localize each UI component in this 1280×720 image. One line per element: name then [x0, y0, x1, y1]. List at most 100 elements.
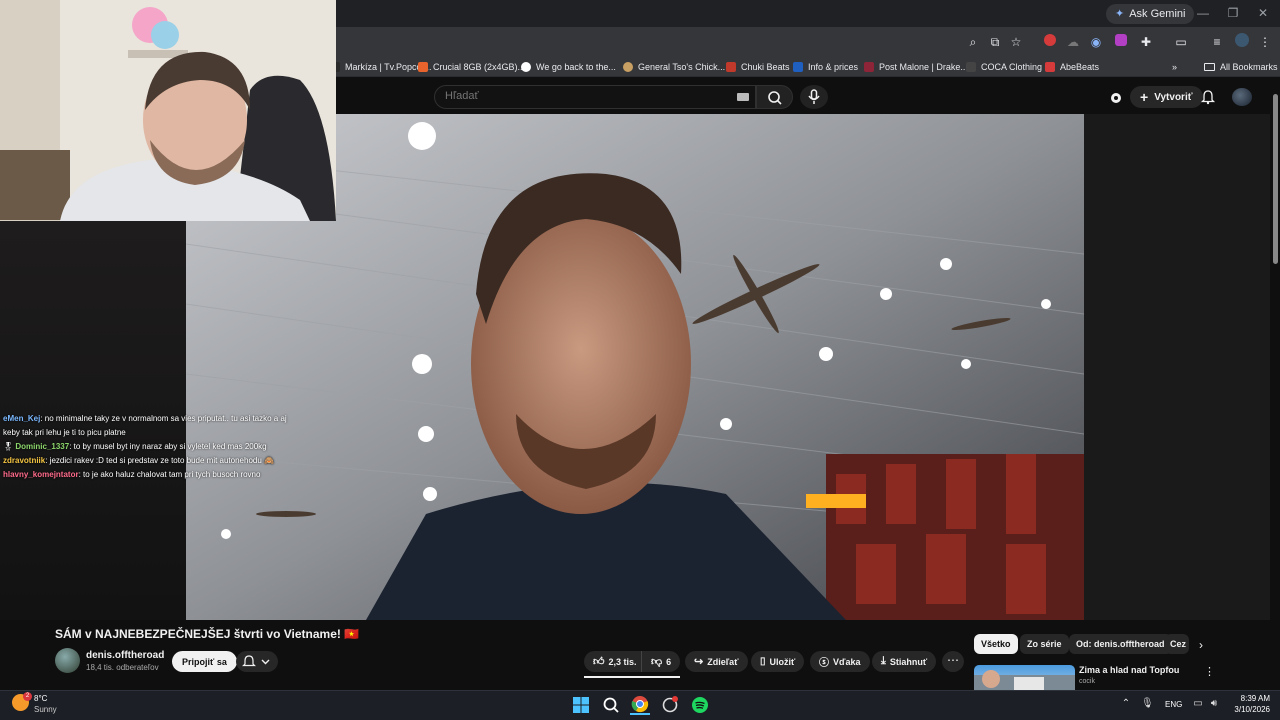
scrollbar-thumb[interactable]: [1273, 94, 1278, 264]
install-app-icon[interactable]: ⧉: [986, 33, 1004, 51]
microphone-icon: [808, 89, 820, 104]
chat-username: eMen_Kej: [3, 414, 41, 423]
medal-icon: 🎖: [3, 442, 14, 451]
volume-icon[interactable]: 🔊︎: [1208, 698, 1220, 710]
bookmark-icon: ▯: [760, 656, 766, 667]
chevron-right-icon[interactable]: ›: [1194, 638, 1208, 652]
notifications-bell-icon[interactable]: [1200, 89, 1216, 105]
channel-avatar[interactable]: [55, 648, 80, 673]
gear-icon[interactable]: [1108, 90, 1124, 106]
zoom-icon[interactable]: ⌕: [964, 33, 982, 51]
subscriber-count: 18,4 tis. odberateľov: [86, 663, 159, 672]
cast-icon[interactable]: ▭: [1172, 33, 1190, 51]
clock-time[interactable]: 8:39 AM: [1228, 694, 1270, 703]
voice-search-button[interactable]: [800, 85, 828, 109]
share-arrow-icon: ↪: [694, 656, 704, 668]
bookmark-star-icon[interactable]: ☆: [1007, 33, 1025, 51]
chat-username: zdravotniik: [3, 456, 46, 465]
search-input[interactable]: [445, 90, 725, 102]
thumbs-down-icon: 👎︎: [651, 656, 663, 668]
share-button[interactable]: ↪ Zdieľať: [685, 651, 748, 672]
extension-red-icon[interactable]: [1041, 33, 1059, 51]
search-icon: [768, 91, 782, 105]
bookmark-item[interactable]: Crucial 8GB (2x4GB)...: [418, 58, 525, 75]
like-indicator: [584, 676, 680, 678]
chat-message: hlavny_komejntator: to je ako haluz chal…: [3, 468, 303, 482]
like-button[interactable]: 👍︎ 2,3 tis.: [584, 651, 646, 672]
ask-gemini-button[interactable]: ✦ Ask Gemini: [1106, 4, 1195, 24]
subscription-bell-button[interactable]: [236, 651, 278, 672]
bookmark-item[interactable]: Markíza | Tv.Popcor...: [330, 58, 432, 75]
thanks-button[interactable]: ⓢ Vďaka: [810, 651, 870, 672]
tray-overflow-chevron-icon[interactable]: ⌃: [1120, 698, 1132, 710]
network-icon[interactable]: ▭: [1192, 698, 1204, 710]
chip-all[interactable]: Všetko: [974, 634, 1018, 654]
input-language[interactable]: ENG: [1165, 700, 1182, 709]
bookmark-item[interactable]: We go back to the...: [521, 58, 616, 75]
recommended-menu-icon[interactable]: ⋮: [1204, 665, 1215, 678]
recommended-thumbnail[interactable]: [974, 665, 1075, 690]
maximize-icon[interactable]: ❐: [1218, 4, 1248, 22]
stream-chat: eMen_Kej: no minimalne taky ze v normaln…: [3, 412, 303, 482]
chat-text: : to by musel byt iny naraz aby si vylet…: [69, 442, 267, 451]
spotify-icon[interactable]: [690, 695, 710, 715]
all-bookmarks-button[interactable]: All Bookmarks: [1204, 58, 1278, 75]
save-button[interactable]: ▯ Uložiť: [751, 651, 805, 672]
clock-date[interactable]: 3/10/2026: [1228, 705, 1270, 714]
profile-icon[interactable]: [1233, 33, 1251, 51]
streamer-webcam: [0, 0, 336, 221]
search-box[interactable]: [434, 85, 756, 109]
download-icon: ⤓: [881, 655, 886, 667]
chip-from-channel[interactable]: Od: denis.offtheroad: [1069, 634, 1172, 654]
bookmark-favicon-icon: [793, 61, 803, 72]
bookmark-item[interactable]: Chuki Beats: [726, 58, 790, 75]
bookmark-favicon-icon: [623, 61, 633, 72]
bookmark-item[interactable]: COCA Clothing: [966, 58, 1042, 75]
channel-name[interactable]: denis.offtheroad: [86, 650, 164, 661]
close-icon[interactable]: ✕: [1248, 4, 1278, 22]
bookmarks-overflow-icon[interactable]: »: [1172, 58, 1177, 75]
taskbar-search-icon[interactable]: [601, 695, 621, 715]
chrome-taskbar-icon[interactable]: [630, 695, 650, 715]
chat-message: eMen_Kej: no minimalne taky ze v normaln…: [3, 412, 303, 440]
chevron-down-icon: [261, 659, 270, 665]
weather-description[interactable]: Sunny: [34, 705, 57, 714]
more-actions-icon[interactable]: ⋯: [942, 651, 964, 672]
bookmark-item[interactable]: AbeBeats: [1045, 58, 1099, 75]
theater-side-area: [1084, 114, 1270, 620]
weather-temperature[interactable]: 8°C: [34, 694, 47, 703]
bell-icon: [242, 655, 256, 667]
app-launcher-icon[interactable]: [660, 695, 680, 715]
dislike-button[interactable]: 👎︎ 6: [641, 651, 681, 672]
bookmark-favicon-icon: [726, 61, 736, 72]
keyboard-icon[interactable]: [737, 93, 749, 101]
bookmark-item[interactable]: General Tso's Chick...: [623, 58, 725, 75]
sparkle-icon: ✦: [1115, 8, 1125, 20]
microphone-tray-icon[interactable]: 🎙︎: [1141, 698, 1154, 710]
chat-message: 🎖 Dominic_1337: to by musel byt iny nara…: [3, 440, 303, 454]
recommended-title[interactable]: Zima a hlad nad Topfou: [1079, 665, 1179, 675]
extension-purple-icon[interactable]: [1112, 33, 1130, 51]
bookmark-item[interactable]: Post Malone | Drake...: [864, 58, 968, 75]
download-button[interactable]: ⤓ Stiahnuť: [872, 651, 937, 672]
windows-start-icon[interactable]: [571, 695, 591, 715]
search-button[interactable]: [756, 85, 793, 109]
chrome-menu-icon[interactable]: ⋮: [1256, 33, 1274, 51]
extensions-puzzle-icon[interactable]: ✚: [1137, 33, 1155, 51]
extension-gray-icon[interactable]: ☁: [1064, 33, 1082, 51]
recommended-channel[interactable]: cocik: [1079, 678, 1095, 685]
chip-partial[interactable]: Cez: [1165, 634, 1189, 654]
extension-blue-icon[interactable]: ◉: [1087, 33, 1105, 51]
minimize-icon[interactable]: —: [1188, 4, 1218, 22]
video-title: SÁM v NAJNEBEZPEČNEJŠEJ štvrti vo Vietna…: [55, 627, 360, 641]
reading-list-icon[interactable]: ≡: [1208, 33, 1226, 51]
account-avatar[interactable]: [1232, 88, 1252, 106]
bookmark-item[interactable]: Info & prices: [793, 58, 858, 75]
create-button[interactable]: + Vytvoriť: [1130, 86, 1203, 108]
join-button[interactable]: Pripojiť sa: [172, 651, 237, 672]
folder-icon: [1204, 62, 1215, 71]
weather-badge: 2: [23, 692, 32, 701]
plus-icon: +: [1140, 89, 1149, 105]
chip-series[interactable]: Zo série: [1020, 634, 1069, 654]
webcam-image: [0, 0, 336, 221]
